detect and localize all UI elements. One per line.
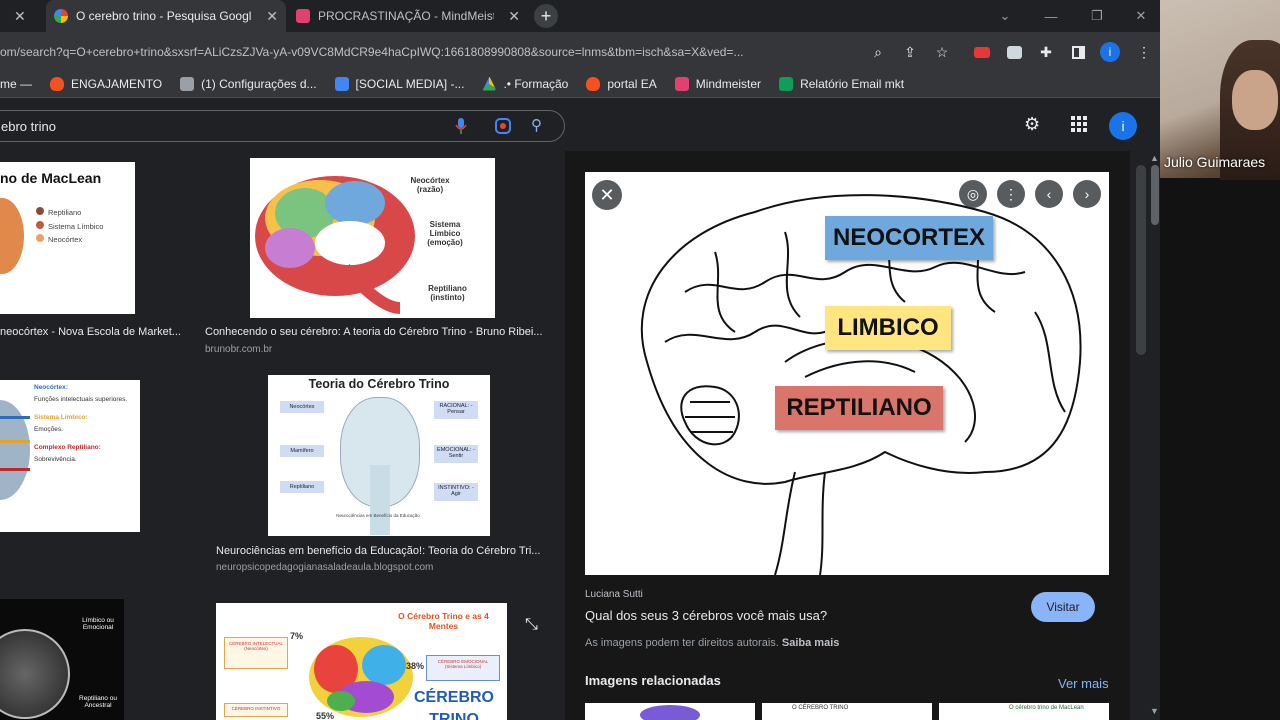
see-more-link[interactable]: Ver mais <box>1058 676 1109 691</box>
browser-menu-icon[interactable]: ⋮ <box>1132 40 1156 64</box>
result-caption[interactable]: Conhecendo o seu cérebro: A teoria do Cé… <box>205 326 545 338</box>
lens-search-icon[interactable]: ◎ <box>959 180 987 208</box>
legend: Reptiliano Sistema Límbico Neocórtex <box>36 206 103 247</box>
lens-icon[interactable] <box>494 117 512 135</box>
tab-google-search[interactable]: O cerebro trino - Pesquisa Googl ✕ <box>46 0 286 32</box>
bookmark-item[interactable]: Relatório Email mkt <box>779 76 904 91</box>
settings-gear-icon[interactable]: ⚙ <box>1024 114 1040 135</box>
printer-icon <box>180 76 195 91</box>
scroll-up-arrow-icon[interactable]: ▲ <box>1150 153 1159 163</box>
bookmark-item[interactable]: .• Formação <box>482 76 568 91</box>
minimize-icon[interactable]: — <box>1028 0 1074 32</box>
result-thumbnail[interactable]: no de MacLean Reptiliano Sistema Límbico… <box>0 162 135 314</box>
result-source[interactable]: neuropsicopedagogianasaladeaula.blogspot… <box>216 562 433 573</box>
colored-brain-image <box>309 637 413 717</box>
drive-icon <box>482 76 497 91</box>
tab-search-icon[interactable]: ⌄ <box>982 0 1028 32</box>
panel-scrollbar-thumb[interactable] <box>1136 165 1146 355</box>
head-graphic <box>0 400 30 500</box>
tab-close-icon[interactable]: ✕ <box>14 8 26 25</box>
restore-icon[interactable]: ❐ <box>1074 0 1120 32</box>
youtube-extension-icon[interactable] <box>970 40 994 64</box>
bookmark-item[interactable]: [SOCIAL MEDIA] -... <box>334 76 464 91</box>
preview-author[interactable]: Luciana Sutti <box>585 589 643 600</box>
scroll-down-arrow-icon[interactable]: ▼ <box>1150 706 1159 716</box>
learn-more-link[interactable]: Saiba mais <box>782 637 839 649</box>
participant-video <box>1160 0 1280 180</box>
label-reptiliano: REPTILIANO <box>775 386 943 430</box>
sheets-icon <box>779 76 794 91</box>
bookmark-star-icon[interactable]: ☆ <box>930 40 954 64</box>
flame-icon <box>586 76 601 91</box>
label-limbico: LIMBICO <box>825 306 951 350</box>
result-thumbnail[interactable]: O Cérebro Trino e as 4 Mentes 7% 38% 55%… <box>216 603 507 720</box>
bookmark-item[interactable]: me — <box>0 77 32 91</box>
result-source[interactable]: brunobr.com.br <box>205 344 272 355</box>
extensions-puzzle-icon[interactable]: ✚ <box>1034 40 1058 64</box>
profile-avatar[interactable]: i <box>1098 40 1122 64</box>
bookmark-item[interactable]: ENGAJAMENTO <box>50 76 162 91</box>
participant-name: Julio Guimaraes <box>1164 154 1266 170</box>
result-caption[interactable]: Neurociências em benefício da Educação!:… <box>216 545 546 557</box>
related-thumbnail[interactable] <box>585 703 755 720</box>
related-images-heading: Imagens relacionadas <box>585 673 721 688</box>
result-thumbnail[interactable]: Teoria do Cérebro Trino Neocórtex Mamífe… <box>268 375 490 536</box>
bookmark-item[interactable]: Mindmeister <box>674 76 761 91</box>
mic-icon[interactable] <box>455 117 467 135</box>
tab-close-icon[interactable]: ✕ <box>266 8 278 25</box>
related-thumbnail[interactable]: O cérebro trino de MacLean <box>939 703 1109 720</box>
brain-graphic <box>0 198 24 274</box>
label-neocortex: NEOCORTEX <box>825 216 993 260</box>
camera-extension-icon[interactable] <box>1002 40 1026 64</box>
next-image-icon[interactable]: › <box>1073 180 1101 208</box>
account-avatar[interactable]: i <box>1109 112 1137 140</box>
scrollbar-thumb[interactable] <box>1151 165 1159 225</box>
new-tab-button[interactable]: + <box>534 4 558 28</box>
side-panel-icon[interactable] <box>1066 40 1090 64</box>
preview-title[interactable]: Qual dos seus 3 cérebros você mais usa? <box>585 608 827 623</box>
share-icon[interactable]: ⇪ <box>898 40 922 64</box>
bookmarks-bar: me — ENGAJAMENTO (1) Configurações d... … <box>0 70 1160 98</box>
result-caption[interactable]: neocórtex - Nova Escola de Market... <box>0 326 180 338</box>
address-bar[interactable]: om/search?q=O+cerebro+trino&sxsrf=ALiCzs… <box>0 40 862 64</box>
zoom-icon[interactable]: ⌕ <box>866 40 890 64</box>
tab-close-icon[interactable]: ✕ <box>508 8 520 25</box>
tab-title: PROCRASTINAÇÃO - MindMeist <box>318 9 494 23</box>
bookmark-item[interactable]: portal EA <box>586 76 657 91</box>
tab-title: O cerebro trino - Pesquisa Googl <box>76 9 252 23</box>
tab-mindmeister[interactable]: PROCRASTINAÇÃO - MindMeist ✕ <box>288 0 528 32</box>
close-window-icon[interactable]: ✕ <box>1118 0 1164 32</box>
result-thumbnail[interactable]: Límbico ou Emocional Reptiliano ou Ances… <box>0 599 124 720</box>
legend-text: Neocórtex: Funções intelectuais superior… <box>34 384 128 463</box>
resize-cursor-icon: ⤡ <box>525 616 538 633</box>
flame-icon <box>50 76 65 91</box>
mindmeister-icon <box>296 9 310 23</box>
related-thumbnail[interactable]: O CÉREBRO TRINO <box>762 703 932 720</box>
bookmark-item[interactable]: (1) Configurações d... <box>180 76 317 91</box>
copyright-notice: As imagens podem ter direitos autorais. … <box>585 637 840 649</box>
result-thumbnail[interactable]: Neocórtex (razão) Sistema Límbico (emoçã… <box>250 158 495 318</box>
mri-brain-graphic <box>0 629 70 719</box>
visit-button[interactable]: Visitar <box>1031 592 1095 622</box>
mindmeister-icon <box>674 76 689 91</box>
search-input[interactable]: ebro trino <box>0 110 565 142</box>
preview-image[interactable]: NEOCORTEX LIMBICO REPTILIANO <box>585 172 1109 575</box>
result-thumbnail[interactable]: Neocórtex: Funções intelectuais superior… <box>0 380 140 532</box>
previous-image-icon[interactable]: ‹ <box>1035 180 1063 208</box>
apps-grid-icon[interactable] <box>1071 116 1087 132</box>
docs-icon <box>334 76 349 91</box>
more-options-icon[interactable]: ⋮ <box>997 180 1025 208</box>
search-icon[interactable]: ⚲ <box>531 116 542 134</box>
close-preview-icon[interactable]: ✕ <box>592 180 622 210</box>
google-icon <box>54 9 68 23</box>
